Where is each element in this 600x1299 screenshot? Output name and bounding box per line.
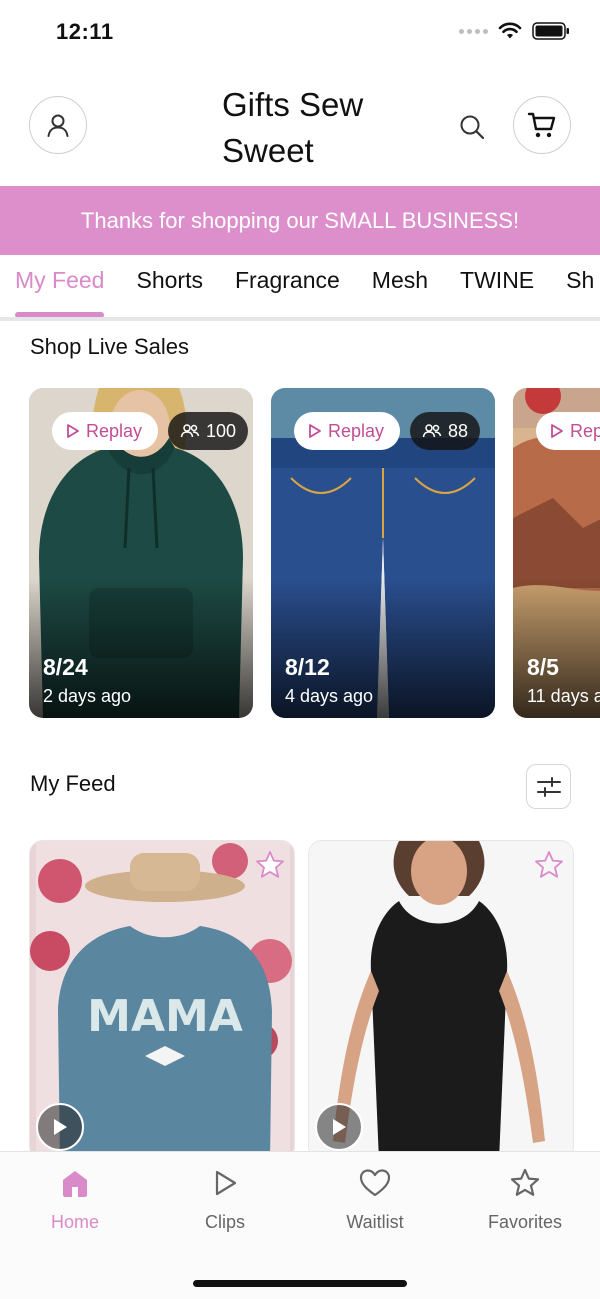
nav-label: Favorites — [487, 1212, 563, 1232]
replay-label: Rep — [570, 420, 600, 441]
live-sale-date: 8/5 — [527, 654, 559, 680]
play-outline-icon — [551, 424, 563, 438]
filter-button[interactable] — [526, 764, 571, 809]
user-icon — [47, 114, 69, 137]
tab-twine[interactable]: TWINE — [460, 267, 534, 313]
nav-label: Waitlist — [346, 1212, 404, 1232]
viewer-count: 88 — [448, 420, 469, 441]
viewer-count: 100 — [206, 420, 237, 441]
heart-icon — [359, 1169, 391, 1197]
feed-product-card[interactable]: MAMA — [29, 840, 295, 1160]
svg-text:MAMA: MAMA — [87, 991, 243, 1042]
replay-badge[interactable]: Replay — [294, 412, 401, 450]
app-header: Gifts Sew Sweet — [0, 78, 600, 178]
tab-my-feed[interactable]: My Feed — [15, 267, 105, 317]
wifi-icon — [498, 22, 522, 39]
promo-banner: Thanks for shopping our SMALL BUSINESS! — [0, 186, 600, 255]
replay-badge[interactable]: Replay — [52, 412, 159, 450]
play-outline-icon — [215, 1170, 237, 1196]
favorite-star-icon[interactable] — [254, 849, 286, 881]
live-sale-ago: 2 days ago — [43, 686, 132, 706]
home-indicator — [193, 1280, 407, 1287]
active-tab-indicator — [15, 312, 105, 317]
signal-dots-icon — [459, 28, 488, 34]
live-sale-date: 8/24 — [43, 654, 88, 680]
live-sales-carousel[interactable]: Replay 100 8/24 2 days ago Replay 88 8/1… — [29, 388, 600, 718]
live-sale-card[interactable]: Replay 88 8/12 4 days ago — [271, 388, 495, 718]
tab-label: TWINE — [460, 267, 535, 293]
viewer-count-badge: 88 — [410, 412, 481, 450]
category-tab-bar: My Feed Shorts Fragrance Mesh TWINE Sh — [0, 255, 600, 321]
tab-fragrance[interactable]: Fragrance — [235, 267, 340, 313]
replay-label: Replay — [328, 420, 385, 441]
search-icon — [460, 115, 485, 140]
tab-label: Shorts — [136, 267, 203, 293]
tab-shorts[interactable]: Shorts — [136, 267, 202, 313]
nav-waitlist[interactable]: Waitlist — [300, 1168, 450, 1233]
replay-label: Replay — [86, 420, 143, 441]
viewer-count-badge: 100 — [168, 412, 249, 450]
favorite-star-icon[interactable] — [533, 849, 565, 881]
sliders-icon — [536, 776, 561, 797]
play-icon — [333, 1119, 346, 1135]
status-bar: 12:11 — [0, 0, 600, 66]
live-sale-date: 8/12 — [285, 654, 330, 680]
tab-more[interactable]: Sh — [566, 267, 594, 313]
cart-icon — [527, 112, 556, 138]
tab-label: Fragrance — [234, 267, 340, 293]
live-sale-ago: 11 days ag — [527, 686, 600, 706]
live-sale-card[interactable]: Rep 8/5 11 days ag — [513, 388, 600, 718]
tab-label: Sh — [566, 267, 595, 293]
bottom-navigation: Home Clips Waitlist Favorites — [0, 1151, 600, 1299]
star-icon — [510, 1168, 540, 1196]
live-sale-ago: 4 days ago — [285, 686, 374, 706]
tab-label: Mesh — [371, 267, 429, 293]
video-play-button[interactable] — [315, 1103, 363, 1151]
battery-icon — [532, 22, 569, 40]
feed-product-card[interactable] — [308, 840, 574, 1160]
search-button[interactable] — [455, 110, 489, 144]
live-sale-card[interactable]: Replay 100 8/24 2 days ago — [29, 388, 253, 718]
live-sales-title: Shop Live Sales — [30, 334, 189, 359]
status-icons — [459, 22, 570, 40]
nav-favorites[interactable]: Favorites — [450, 1168, 600, 1233]
viewers-icon — [422, 424, 442, 438]
video-play-button[interactable] — [36, 1103, 84, 1151]
cart-button[interactable] — [513, 96, 571, 154]
play-outline-icon — [67, 424, 79, 438]
viewers-icon — [180, 424, 200, 438]
replay-badge[interactable]: Rep — [536, 412, 600, 450]
nav-home[interactable]: Home — [0, 1168, 150, 1233]
shop-title: Gifts Sew Sweet — [222, 86, 364, 169]
play-outline-icon — [309, 424, 321, 438]
play-icon — [54, 1119, 67, 1135]
my-feed-title: My Feed — [30, 771, 116, 796]
nav-label: Home — [50, 1212, 99, 1232]
nav-clips[interactable]: Clips — [150, 1168, 300, 1233]
home-icon — [63, 1171, 87, 1197]
status-time: 12:11 — [56, 19, 114, 44]
tab-label: My Feed — [15, 267, 105, 293]
nav-label: Clips — [204, 1212, 245, 1232]
tab-mesh[interactable]: Mesh — [372, 267, 428, 313]
profile-button[interactable] — [29, 96, 87, 154]
